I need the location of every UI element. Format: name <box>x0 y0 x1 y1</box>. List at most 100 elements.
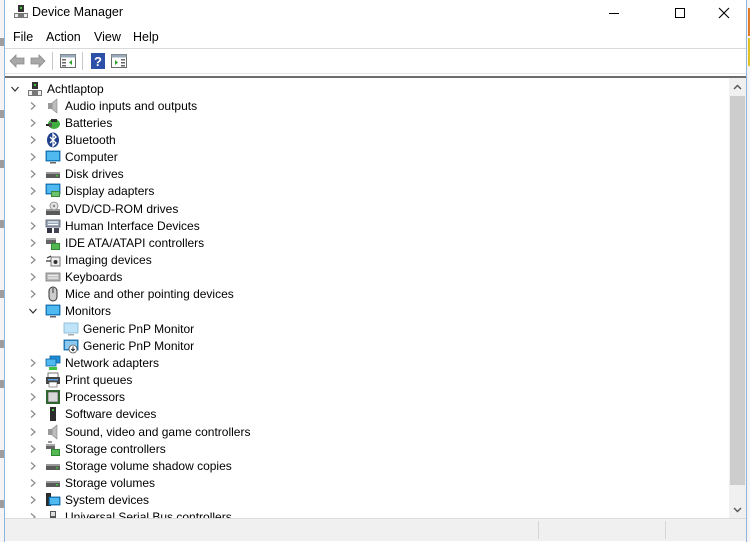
tree-category-node[interactable]: Human Interface Devices <box>27 217 200 234</box>
tree-item-label: Bluetooth <box>65 132 116 147</box>
tree-category-node[interactable]: Computer <box>27 149 118 166</box>
menu-action[interactable]: Action <box>46 30 81 44</box>
expand-toggle[interactable] <box>27 220 39 232</box>
tree-category-node[interactable]: Mice and other pointing devices <box>27 286 234 303</box>
tree-root-node[interactable]: Achtlaptop <box>9 80 104 97</box>
tree-category-node[interactable]: DVD/CD-ROM drives <box>27 200 178 217</box>
expand-toggle[interactable] <box>27 511 39 518</box>
close-icon <box>718 7 730 18</box>
expand-toggle[interactable] <box>27 117 39 129</box>
tree-category-node[interactable]: Bluetooth <box>27 131 116 148</box>
help-icon: ? <box>91 53 105 69</box>
tree-item-label: Universal Serial Bus controllers <box>65 510 232 518</box>
chevron-right-icon <box>30 273 36 282</box>
chevron-up-icon <box>733 84 742 89</box>
expand-toggle[interactable] <box>27 408 39 420</box>
expand-toggle[interactable] <box>27 443 39 455</box>
monitor-icon <box>45 150 61 164</box>
expand-toggle[interactable] <box>27 305 39 317</box>
tree-category-node[interactable]: Software devices <box>27 406 156 423</box>
tree-category-node[interactable]: Processors <box>27 389 125 406</box>
expand-toggle[interactable] <box>27 237 39 249</box>
tree-device-node[interactable]: Generic PnP Monitor <box>45 337 194 354</box>
back-button[interactable] <box>8 52 26 70</box>
camera-icon <box>46 255 61 267</box>
tree-category-node[interactable]: Batteries <box>27 114 112 131</box>
expand-toggle[interactable] <box>27 134 39 146</box>
tree-item-label: DVD/CD-ROM drives <box>65 201 179 216</box>
tree-category-node[interactable]: Universal Serial Bus controllers <box>27 509 232 518</box>
show-hide-action-pane-button[interactable] <box>110 52 128 70</box>
expand-toggle[interactable] <box>27 168 39 180</box>
system-device-icon <box>46 493 61 507</box>
keyboard-icon <box>45 272 61 282</box>
speaker-icon <box>48 98 58 114</box>
show-hide-console-tree-button[interactable] <box>59 52 77 70</box>
chevron-right-icon <box>30 393 36 402</box>
tree-item-label: Monitors <box>65 304 112 319</box>
chevron-right-icon <box>30 444 36 453</box>
chevron-right-icon <box>30 135 36 144</box>
close-button[interactable] <box>701 0 747 25</box>
expand-toggle[interactable] <box>27 203 39 215</box>
device-tree[interactable]: Achtlaptop Audio inputs and outputs Batter… <box>5 78 729 518</box>
tree-item-label: Keyboards <box>65 270 123 285</box>
forward-button[interactable] <box>29 52 47 70</box>
help-button[interactable]: ? <box>89 52 107 70</box>
menu-view[interactable]: View <box>94 30 121 44</box>
expand-toggle[interactable] <box>27 477 39 489</box>
chevron-right-icon <box>30 238 36 247</box>
chevron-right-icon <box>30 187 36 196</box>
expand-toggle[interactable] <box>27 151 39 163</box>
vertical-scrollbar[interactable] <box>729 78 746 518</box>
tree-category-node[interactable]: Print queues <box>27 372 132 389</box>
chevron-right-icon <box>30 204 36 213</box>
tree-category-node[interactable]: Audio inputs and outputs <box>27 97 197 114</box>
tree-category-node[interactable]: Disk drives <box>27 166 124 183</box>
bluetooth-icon <box>47 132 59 148</box>
expand-toggle[interactable] <box>27 185 39 197</box>
chevron-right-icon <box>30 410 36 419</box>
tree-category-node[interactable]: Display adapters <box>27 183 154 200</box>
expand-toggle[interactable] <box>27 357 39 369</box>
menu-help[interactable]: Help <box>133 30 159 44</box>
tree-item-label: Human Interface Devices <box>65 218 200 233</box>
tree-category-node[interactable]: Sound, video and game controllers <box>27 423 250 440</box>
expand-toggle[interactable] <box>27 254 39 266</box>
arrow-right-icon <box>30 54 46 68</box>
tree-category-node[interactable]: Monitors <box>27 303 111 320</box>
scrollbar-thumb[interactable] <box>730 96 745 485</box>
maximize-button[interactable] <box>657 0 703 25</box>
menu-file[interactable]: File <box>13 30 33 44</box>
expand-toggle[interactable] <box>27 374 39 386</box>
scroll-up-button[interactable] <box>729 78 746 95</box>
device-manager-app-icon <box>14 5 28 18</box>
tree-category-node[interactable]: Imaging devices <box>27 252 152 269</box>
expand-toggle[interactable] <box>27 100 39 112</box>
minimize-button[interactable] <box>591 0 637 25</box>
expand-toggle[interactable] <box>27 460 39 472</box>
toolbar: ? <box>5 48 746 74</box>
battery-icon <box>46 118 60 129</box>
mouse-icon <box>48 286 58 302</box>
expand-toggle[interactable] <box>27 426 39 438</box>
tree-category-node[interactable]: Storage volume shadow copies <box>27 457 232 474</box>
device-icon <box>45 218 61 234</box>
chevron-right-icon <box>30 256 36 264</box>
expand-toggle[interactable] <box>27 288 39 300</box>
tree-category-node[interactable]: Keyboards <box>27 269 122 286</box>
expand-toggle[interactable] <box>27 271 39 283</box>
tree-category-node[interactable]: Storage controllers <box>27 440 166 457</box>
tree-category-node[interactable]: Network adapters <box>27 354 159 371</box>
device-icon <box>45 492 61 508</box>
tree-device-node[interactable]: Generic PnP Monitor <box>45 320 194 337</box>
tree-category-node[interactable]: Storage volumes <box>27 474 155 491</box>
processor-icon <box>46 390 60 405</box>
display-adapter-icon <box>45 183 61 198</box>
tree-category-node[interactable]: IDE ATA/ATAPI controllers <box>27 234 204 251</box>
scroll-down-button[interactable] <box>729 501 746 518</box>
expand-toggle[interactable] <box>9 83 21 95</box>
expand-toggle[interactable] <box>27 391 39 403</box>
expand-toggle[interactable] <box>27 494 39 506</box>
tree-category-node[interactable]: System devices <box>27 492 149 509</box>
